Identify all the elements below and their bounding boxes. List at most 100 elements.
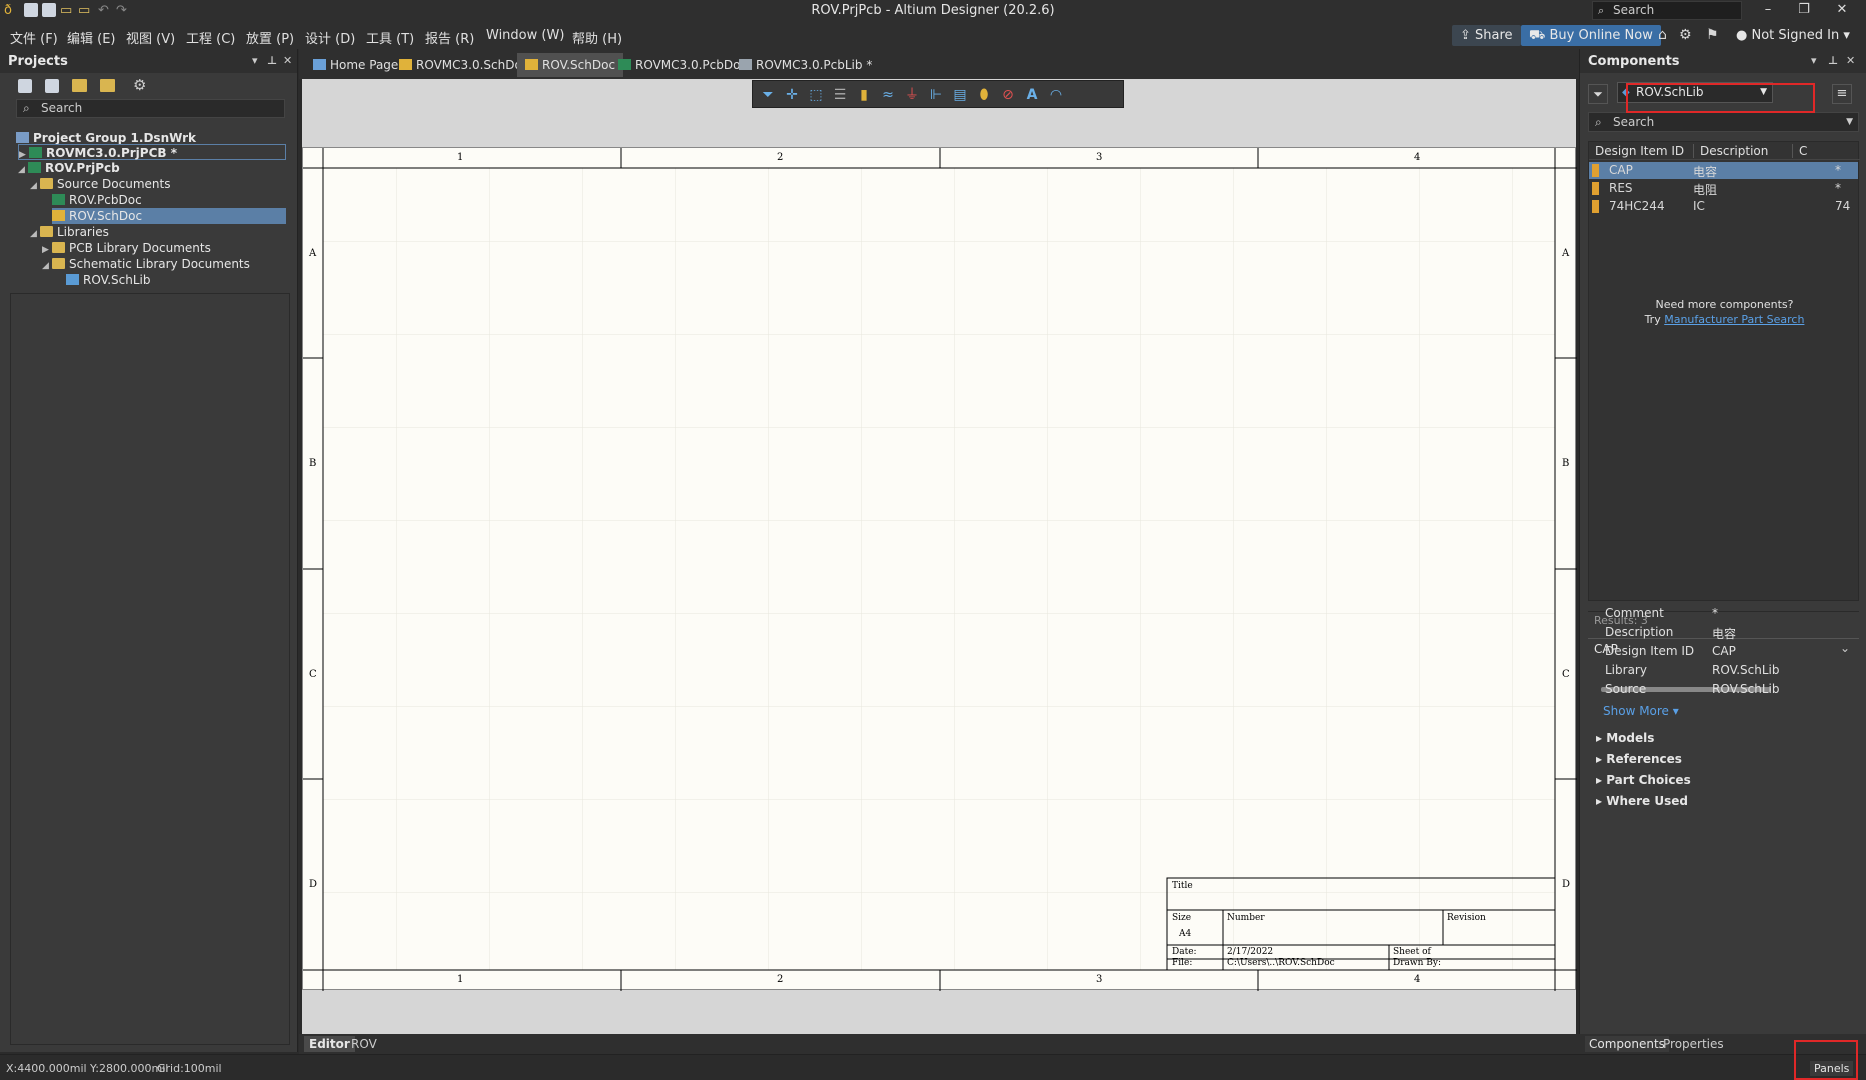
section-where-used[interactable]: ▸ Where Used xyxy=(1596,794,1688,808)
column-header-design-item-id[interactable]: Design Item ID xyxy=(1595,144,1684,158)
panel-menu-icon[interactable]: ▾ xyxy=(1811,54,1817,67)
active-bar-toolbar: ⏷ ✛ ⬚ ☰ ▮ ≈ ⏚ ⊩ ▤ ⬮ ⊘ A ◠ xyxy=(752,80,1124,108)
section-references[interactable]: ▸ References xyxy=(1596,752,1682,766)
hamburger-menu-icon[interactable]: ≡ xyxy=(1832,84,1852,104)
column-header-comment[interactable]: C xyxy=(1792,144,1807,158)
cell-comment: 74 xyxy=(1835,199,1851,213)
menu-project[interactable]: 工程 (C) xyxy=(186,28,235,47)
section-models[interactable]: ▸ Models xyxy=(1596,731,1654,745)
column-header-description[interactable]: Description xyxy=(1693,144,1768,158)
menu-view[interactable]: 视图 (V) xyxy=(126,28,175,47)
menu-place[interactable]: 放置 (P) xyxy=(246,28,294,47)
schematic-sheet[interactable]: 1 2 3 4 1 2 3 4 A B C D A B C D Title Si… xyxy=(302,147,1577,991)
tree-label: Libraries xyxy=(57,225,109,239)
share-button[interactable]: ⇪ Share xyxy=(1452,25,1521,46)
power-port-icon[interactable]: ⏚ xyxy=(903,86,921,104)
collapse-chevron-icon[interactable]: ⌄ xyxy=(1840,641,1850,655)
tab-rov-editor[interactable]: ROV xyxy=(351,1037,377,1051)
tree-item-libraries[interactable]: ◢ Libraries xyxy=(30,224,286,240)
section-part-choices[interactable]: ▸ Part Choices xyxy=(1596,773,1691,787)
tree-item-source-documents[interactable]: ◢ Source Documents xyxy=(30,176,286,192)
row-label-right: D xyxy=(1562,879,1571,890)
projects-panel-header: Projects ▾ ⊥ ✕ xyxy=(0,49,297,73)
projects-search-placeholder: Search xyxy=(41,101,83,115)
cell-design-item-id: CAP xyxy=(1609,163,1633,177)
menu-help[interactable]: 帮助 (H) xyxy=(572,28,622,47)
menu-tools[interactable]: 工具 (T) xyxy=(366,28,414,47)
column-label-top: 3 xyxy=(1096,152,1103,163)
tab-rovmc-pcblib[interactable]: ROVMC3.0.PcbLib * xyxy=(731,53,880,77)
manufacturer-part-search-link[interactable]: Manufacturer Part Search xyxy=(1664,313,1804,326)
home-icon[interactable]: ⌂ xyxy=(1658,27,1667,43)
minimize-button[interactable]: – xyxy=(1756,2,1780,20)
chevron-down-icon[interactable]: ▼ xyxy=(1846,113,1853,131)
arc-icon[interactable]: ◠ xyxy=(1047,86,1065,104)
tree-item-schematic-library-documents[interactable]: ◢ Schematic Library Documents xyxy=(42,256,286,272)
select-icon[interactable]: ⬚ xyxy=(807,86,825,104)
table-row[interactable]: 74HC244 IC 74 xyxy=(1589,198,1858,215)
collapse-arrow-icon[interactable]: ◢ xyxy=(30,178,40,194)
tab-rov-schdoc[interactable]: ROV.SchDoc xyxy=(517,53,624,77)
restore-button[interactable]: ❐ xyxy=(1792,2,1816,20)
folder-settings-icon[interactable] xyxy=(100,79,115,92)
align-icon[interactable]: ☰ xyxy=(831,86,849,104)
port-icon[interactable]: ⬮ xyxy=(975,86,993,104)
panel-menu-icon[interactable]: ▾ xyxy=(252,54,258,67)
settings-icon[interactable]: ⚙ xyxy=(133,76,146,94)
menu-file[interactable]: 文件 (F) xyxy=(10,28,58,47)
directive-icon[interactable]: ⊘ xyxy=(999,86,1017,104)
pin-icon[interactable]: ⊥ xyxy=(267,54,277,67)
menu-edit[interactable]: 编辑 (E) xyxy=(67,28,116,47)
collapse-arrow-icon[interactable]: ◢ xyxy=(42,258,52,274)
tree-item-schdoc[interactable]: ROV.SchDoc xyxy=(52,208,286,224)
close-panel-icon[interactable]: ✕ xyxy=(283,54,292,67)
row-label-left: C xyxy=(309,669,317,680)
harness-icon[interactable]: ⊩ xyxy=(927,86,945,104)
open-folder-icon[interactable] xyxy=(72,79,87,92)
folder-icon xyxy=(40,226,53,237)
title-block-size-value: A4 xyxy=(1179,929,1192,939)
place-part-icon[interactable]: ▮ xyxy=(855,86,873,104)
tree-item-rov-project[interactable]: ◢ ROV.PrjPcb xyxy=(18,160,286,176)
table-row[interactable]: RES 电阻 * xyxy=(1589,180,1858,197)
tree-label: ROV.PrjPcb xyxy=(45,161,120,175)
buy-online-button[interactable]: ⛟ Buy Online Now xyxy=(1521,25,1661,46)
cell-description: 电阻 xyxy=(1693,183,1718,197)
folder-icon xyxy=(52,258,65,269)
tab-editor[interactable]: Editor xyxy=(304,1036,355,1052)
move-icon[interactable]: ✛ xyxy=(783,86,801,104)
filter-icon[interactable]: ⏷ xyxy=(759,86,777,104)
table-row[interactable]: CAP 电容 * xyxy=(1589,162,1858,179)
menu-window[interactable]: Window (W) xyxy=(486,28,564,43)
projects-search-input[interactable]: ⌕ Search xyxy=(16,99,285,118)
tree-item-pcb-library-documents[interactable]: ▶ PCB Library Documents xyxy=(42,240,286,256)
save-project-icon[interactable] xyxy=(18,79,32,93)
sheet-symbol-icon[interactable]: ▤ xyxy=(951,86,969,104)
show-more-link[interactable]: Show More ▾ xyxy=(1603,704,1679,718)
collapse-arrow-icon[interactable]: ◢ xyxy=(30,226,40,242)
gear-icon[interactable]: ⚙ xyxy=(1679,27,1692,43)
tree-item-pcbdoc[interactable]: ROV.PcbDoc xyxy=(52,192,286,208)
pin-icon[interactable]: ⊥ xyxy=(1828,54,1838,67)
collapse-arrow-icon[interactable]: ◢ xyxy=(18,162,28,178)
column-label-top: 4 xyxy=(1414,152,1421,163)
menu-reports[interactable]: 报告 (R) xyxy=(425,28,474,47)
notifications-icon[interactable]: ⚑ xyxy=(1706,27,1719,43)
text-icon[interactable]: A xyxy=(1023,86,1041,104)
tree-item-schlib[interactable]: ROV.SchLib xyxy=(66,272,286,288)
title-block-date-value: 2/17/2022 xyxy=(1227,947,1274,957)
global-search-input[interactable]: ⌕ Search xyxy=(1592,1,1742,20)
tab-components[interactable]: Components xyxy=(1585,1036,1669,1052)
menu-design[interactable]: 设计 (D) xyxy=(305,28,355,47)
tab-rovmc-schdoc[interactable]: ROVMC3.0.SchDoc xyxy=(391,53,536,77)
wire-icon[interactable]: ≈ xyxy=(879,86,897,104)
tab-properties[interactable]: Properties xyxy=(1663,1037,1724,1051)
close-window-button[interactable]: ✕ xyxy=(1830,2,1854,20)
components-search-input[interactable]: ⌕ Search ▼ xyxy=(1588,112,1859,132)
tree-item-rovmc-project[interactable]: ▶ ROVMC3.0.PrjPCB * xyxy=(18,144,286,160)
save-all-projects-icon[interactable] xyxy=(45,79,59,93)
close-panel-icon[interactable]: ✕ xyxy=(1846,54,1855,67)
filter-icon[interactable]: ⏷ xyxy=(1588,84,1608,104)
section-label: Part Choices xyxy=(1606,773,1691,787)
account-menu[interactable]: ● Not Signed In ▾ xyxy=(1736,28,1850,43)
